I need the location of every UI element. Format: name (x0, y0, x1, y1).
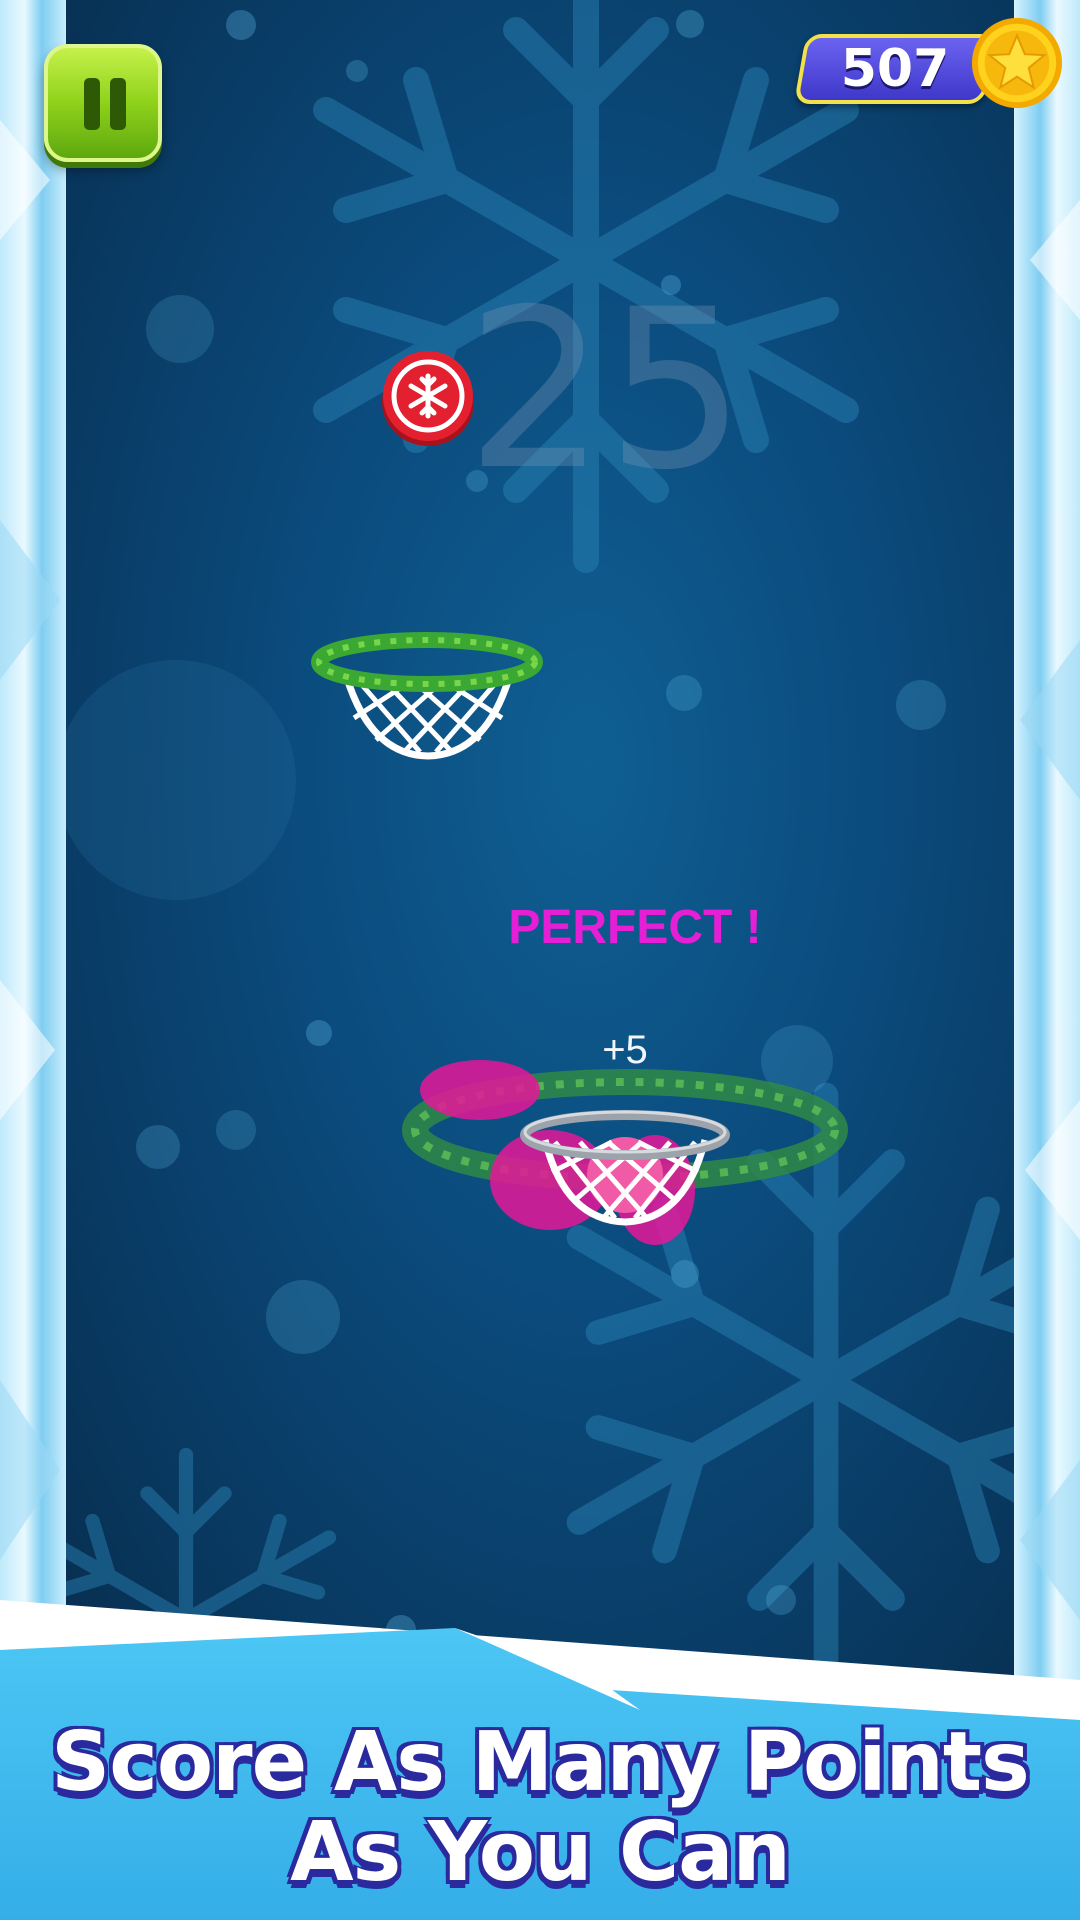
pause-button[interactable] (44, 44, 162, 162)
slogan-line-2: As You Can (290, 1805, 791, 1900)
game-screen[interactable]: 25 PERFECT ! +5 507 Score As Many Points… (0, 0, 1080, 1920)
coin-count: 507 (840, 39, 950, 99)
slogan-line-1: Score As Many Points (51, 1715, 1030, 1810)
current-score: 25 (466, 262, 746, 518)
play-field[interactable]: 25 (66, 0, 1014, 1700)
current-hoop (402, 1060, 848, 1245)
snowflake-background (66, 0, 1014, 1700)
perfect-label: PERFECT ! (508, 901, 762, 954)
star-coin-icon (971, 17, 1063, 109)
promo-slogan: Score As Many Points As You Can (0, 1718, 1080, 1898)
snowflake-icon[interactable] (378, 346, 478, 446)
right-ice-wall (1014, 0, 1080, 1700)
left-ice-wall (0, 0, 70, 1700)
coin-counter: 507 (793, 17, 1063, 109)
target-hoop[interactable] (310, 620, 545, 760)
